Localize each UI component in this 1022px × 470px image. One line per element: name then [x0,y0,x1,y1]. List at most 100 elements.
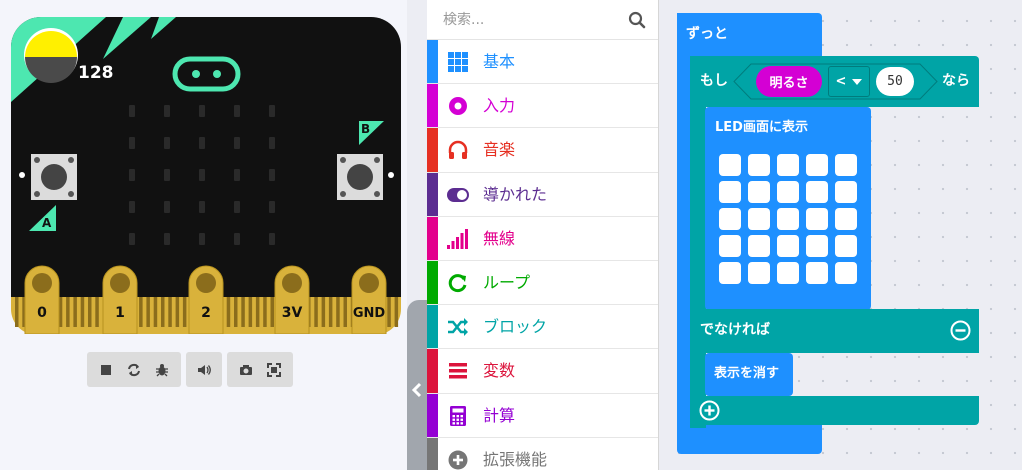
calculator-icon [447,405,469,426]
led-cell[interactable] [777,208,799,230]
led-cell[interactable] [806,262,828,284]
pin-3v[interactable]: 3V [274,265,310,334]
pin-label: 2 [201,305,211,321]
category-calculator[interactable]: 計算 [427,393,658,438]
search-input[interactable] [427,0,658,40]
search-icon[interactable] [628,11,646,29]
edge-finger [343,297,347,327]
edge-finger [80,297,85,327]
board-led [199,137,205,149]
grid-icon [447,52,469,72]
led-cell[interactable] [835,154,857,176]
led-cell[interactable] [719,181,741,203]
pin-gnd[interactable]: GND [351,265,387,334]
led-cell[interactable] [777,262,799,284]
edge-finger [321,297,326,327]
led-cell[interactable] [835,181,857,203]
led-cell[interactable] [835,262,857,284]
led-cell[interactable] [806,181,828,203]
board-led [234,233,240,245]
mute-button[interactable] [190,352,218,387]
pin-2[interactable]: 2 [188,265,224,334]
restart-button[interactable] [120,352,148,387]
light-level-block[interactable]: 明るさ [756,66,822,97]
remove-else-icon[interactable] [950,320,971,341]
category-loop[interactable]: ループ [427,260,658,306]
category-toggle[interactable]: 導かれた [427,172,658,217]
led-cell[interactable] [835,208,857,230]
add-else-if-icon[interactable] [699,400,720,421]
edge-finger [394,297,399,327]
light-level-label: 明るさ [769,76,809,91]
board-led [269,233,275,245]
led-cell[interactable] [719,235,741,257]
category-grid[interactable]: 基本 [427,40,658,85]
led-cell[interactable] [719,154,741,176]
led-cell[interactable] [777,235,799,257]
category-list[interactable]: 変数 [427,349,658,394]
light-sensor[interactable] [24,28,78,83]
category-label: 基本 [483,52,516,71]
category-headphones[interactable]: 音楽 [427,128,658,173]
category-radio[interactable]: 入力 [427,84,658,129]
led-cell[interactable] [719,262,741,284]
stop-button[interactable] [92,352,120,387]
category-color-bar [427,260,438,305]
edge-finger [146,297,150,327]
pin-1[interactable]: 1 [102,265,138,334]
screenshot-button[interactable] [232,352,260,387]
board-led [164,105,170,117]
stop-icon [101,364,111,375]
edge-finger [182,297,187,327]
category-shuffle[interactable]: ブロック [427,305,658,350]
plus-circle-icon [447,450,469,470]
loop-icon [447,273,469,293]
led-cell[interactable] [806,235,828,257]
edge-finger [73,297,77,327]
operator-label: < [835,74,847,89]
radio-icon [447,96,469,116]
category-label: ループ [483,272,531,292]
pin-label: 3V [282,305,303,321]
board-led [269,201,275,213]
led-cell[interactable] [777,181,799,203]
board-led [199,233,205,245]
category-label: 無線 [483,228,516,248]
fullscreen-button[interactable] [260,352,288,387]
edge-finger [234,297,238,327]
board-led [129,137,135,149]
chevron-left-icon [411,382,422,398]
pin-0[interactable]: 0 [24,265,60,334]
led-cell[interactable] [806,154,828,176]
led-cell[interactable] [748,235,770,257]
dropdown-arrow-icon [852,78,863,85]
blocks-workspace[interactable]: ずっと もし 明るさ < 50 なら LED画面に表示 でなければ 表示を消す [660,0,1022,470]
led-cell[interactable] [748,208,770,230]
compare-value-input[interactable]: 50 [876,67,914,96]
category-color-bar [427,305,438,349]
led-cell[interactable] [748,154,770,176]
debug-button[interactable] [148,352,176,387]
camera-icon [240,364,252,375]
microbit-board: 128 A B 0 1 2 3V GND [11,17,401,334]
board-led [199,105,205,117]
led-cell[interactable] [748,181,770,203]
operator-dropdown[interactable]: < [828,66,870,97]
collapse-simulator-handle[interactable] [407,300,427,470]
led-cell[interactable] [777,154,799,176]
board-led [234,105,240,117]
board-led [164,137,170,149]
view-controls [227,352,293,387]
led-cell[interactable] [806,208,828,230]
pin-label: 0 [37,305,47,321]
edge-finger [66,297,70,327]
category-color-bar [427,84,438,128]
edge-finger [255,297,260,327]
led-cell[interactable] [835,235,857,257]
edge-finger [241,297,245,327]
led-cell[interactable] [748,262,770,284]
category-signal[interactable]: 無線 [427,216,658,261]
led-cell[interactable] [719,208,741,230]
category-plus-circle[interactable]: 拡張機能 [427,437,658,470]
audio-controls [186,352,222,387]
